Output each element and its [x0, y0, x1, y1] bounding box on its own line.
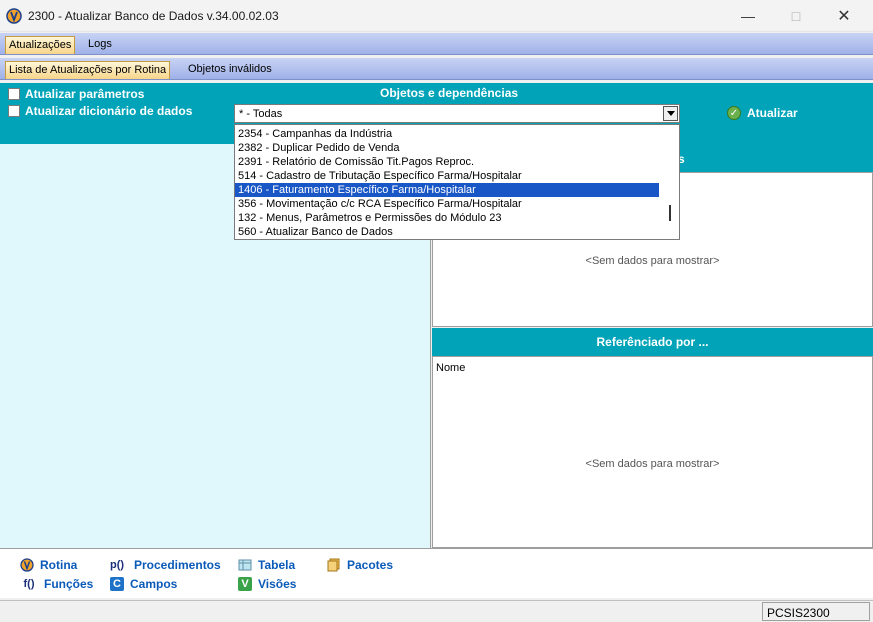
dropdown-option[interactable]: 2354 - Campanhas da Indústria [235, 127, 659, 141]
close-button[interactable]: ✕ [821, 0, 867, 32]
legend-campos-label: Campos [130, 577, 178, 591]
dropdown-option-highlighted[interactable]: 1406 - Faturamento Específico Farma/Hosp… [235, 183, 659, 197]
legend-visoes: V Visões [238, 577, 296, 591]
checkbox-box[interactable] [8, 105, 20, 117]
atualizar-parametros-checkbox[interactable]: Atualizar parâmetros [8, 87, 144, 101]
legend-pacotes-label: Pacotes [347, 558, 394, 572]
legend-rotina-label: Rotina [40, 558, 78, 572]
referenciado-panel-title: Referênciado por ... [596, 335, 709, 349]
legend-funcoes: f() Funções [20, 577, 94, 591]
dropdown-option[interactable]: 132 - Menus, Parâmetros e Permissões do … [235, 211, 659, 225]
procedure-icon: p() [109, 559, 125, 571]
dropdown-option[interactable]: 2391 - Relatório de Comissão Tit.Pagos R… [235, 155, 659, 169]
package-icon [327, 558, 340, 572]
referenciado-panel[interactable]: Nome <Sem dados para mostrar> [432, 356, 873, 548]
view-icon: V [238, 577, 252, 591]
legend-campos: C Campos [110, 577, 177, 591]
app-logo-icon [6, 8, 22, 24]
atualizar-parametros-label: Atualizar parâmetros [25, 87, 145, 101]
dropdown-option[interactable]: 514 - Cadastro de Tributação Específico … [235, 169, 659, 183]
maximize-icon: □ [791, 8, 801, 24]
status-rotina-code: PCSIS2300 [762, 602, 870, 621]
atualizar-button[interactable]: ✓ Atualizar [727, 106, 798, 120]
minimize-button[interactable]: — [725, 0, 771, 32]
close-icon: ✕ [837, 8, 851, 25]
chevron-down-icon[interactable] [663, 106, 678, 121]
field-icon: C [110, 577, 124, 591]
legend-funcoes-label: Funções [44, 577, 94, 591]
dropdown-option[interactable]: 356 - Movimentação c/c RCA Específico Fa… [235, 197, 659, 211]
check-icon: ✓ [727, 106, 741, 120]
function-icon: f() [23, 578, 35, 590]
maximize-button[interactable]: □ [773, 0, 819, 32]
dropdown-option[interactable]: 560 - Atualizar Banco de Dados [235, 225, 659, 239]
rotina-icon [20, 558, 34, 572]
combo-selected-value: * - Todas [239, 108, 283, 120]
checkbox-box[interactable] [8, 88, 20, 100]
tab-logs[interactable]: Logs [85, 36, 115, 54]
legend-procedimentos: p() Procedimentos [106, 558, 221, 572]
atualizar-button-label: Atualizar [747, 106, 798, 120]
referenciado-panel-header: Referênciado por ... [432, 328, 873, 356]
legend-pacotes: Pacotes [327, 558, 393, 572]
minimize-icon: — [741, 8, 755, 24]
column-header-nome[interactable]: Nome [436, 362, 465, 374]
legend-visoes-label: Visões [258, 577, 297, 591]
scrollbar-thumb[interactable] [669, 205, 671, 221]
dropdown-scrollbar[interactable] [663, 127, 677, 237]
sub-tab-strip: Lista de Atualizações por Rotina Objetos… [0, 58, 873, 80]
status-bar: PCSIS2300 [0, 600, 873, 622]
legend-tabela-label: Tabela [258, 558, 296, 572]
legend-procedimentos-label: Procedimentos [134, 558, 221, 572]
rotina-combo[interactable]: * - Todas [234, 104, 680, 123]
rotina-dropdown-list[interactable]: 2354 - Campanhas da Indústria 2382 - Dup… [234, 124, 680, 240]
empty-message: <Sem dados para mostrar> [585, 255, 720, 267]
tab-objetos-invalidos[interactable]: Objetos inválidos [185, 61, 275, 79]
window-title: 2300 - Atualizar Banco de Dados v.34.00.… [28, 9, 279, 23]
section-title: Objetos e dependências [380, 86, 519, 100]
atualizar-dicionario-checkbox[interactable]: Atualizar dicionário de dados [8, 104, 192, 118]
legend: Rotina p() Procedimentos Tabela Pacotes … [0, 548, 873, 598]
empty-message: <Sem dados para mostrar> [585, 458, 720, 470]
table-icon [238, 559, 252, 571]
legend-rotina: Rotina [20, 558, 77, 572]
main-tab-strip: Atualizações Logs [0, 33, 873, 55]
tab-atualizacoes[interactable]: Atualizações [5, 36, 76, 54]
atualizar-dicionario-label: Atualizar dicionário de dados [25, 104, 193, 118]
dropdown-option[interactable]: 2382 - Duplicar Pedido de Venda [235, 141, 659, 155]
title-bar: 2300 - Atualizar Banco de Dados v.34.00.… [0, 0, 873, 32]
legend-tabela: Tabela [238, 558, 295, 572]
tab-lista-atualizacoes[interactable]: Lista de Atualizações por Rotina [5, 61, 171, 79]
